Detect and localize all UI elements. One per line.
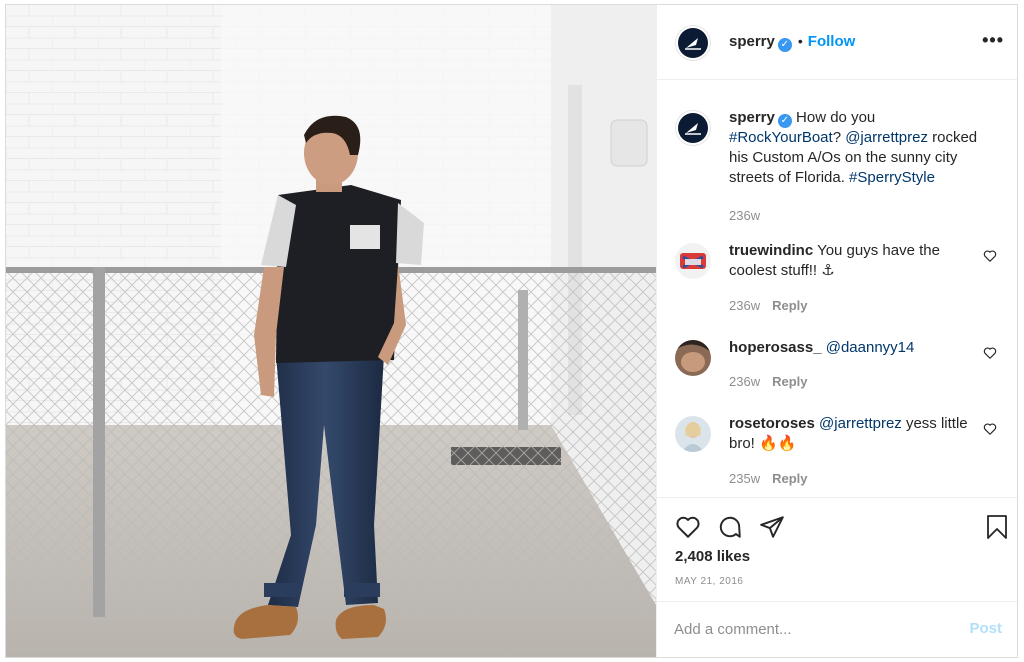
add-comment-input[interactable] (674, 616, 944, 642)
follow-button[interactable]: Follow (808, 33, 856, 50)
separator-dot: • (797, 33, 803, 49)
commenter-avatar[interactable] (675, 416, 711, 452)
verified-badge-icon: ✓ (777, 38, 792, 52)
instagram-post: sperry ✓ • Follow ••• sperry ✓ How do you #R… (5, 4, 1018, 658)
hashtag-link[interactable]: #SperryStyle (849, 169, 935, 186)
comment-text: rosetoroses @jarrettprez yess little bro… (729, 415, 968, 452)
commenter-avatar[interactable] (675, 243, 711, 279)
comment-meta: 236w Reply (729, 374, 808, 389)
comment-icon[interactable] (717, 514, 743, 540)
share-icon[interactable] (759, 514, 785, 540)
comment-text: truewindinc You guys have the coolest st… (729, 242, 940, 279)
mention-link[interactable]: @jarrettprez (819, 415, 902, 432)
sperry-logo-icon (685, 38, 701, 50)
author-avatar[interactable] (675, 25, 711, 61)
post-header: sperry ✓ • Follow ••• (657, 5, 1017, 80)
comment-heart-icon[interactable] (983, 249, 997, 263)
comment-heart-icon[interactable] (983, 346, 997, 360)
post-actions: 2,408 likes MAY 21, 2016 (657, 498, 1017, 618)
comment-meta: 235w Reply (729, 471, 808, 486)
post-date[interactable]: MAY 21, 2016 (675, 576, 743, 587)
hashtag-link[interactable]: #RockYourBoat (729, 129, 833, 146)
author-username[interactable]: sperry (729, 33, 775, 50)
caption-username[interactable]: sperry (729, 109, 775, 126)
reply-button[interactable]: Reply (772, 298, 807, 313)
caption-author-avatar[interactable] (675, 110, 711, 146)
comment-text: hoperosass_ @daannyy14 (729, 338, 969, 358)
header-author-row: sperry ✓ • Follow (729, 33, 855, 52)
comment-meta: 236w Reply (729, 298, 808, 313)
comment-username[interactable]: rosetoroses (729, 415, 815, 432)
post-side-panel: sperry ✓ • Follow ••• sperry ✓ How do you #R… (656, 5, 1017, 657)
heart-icon[interactable] (675, 514, 701, 540)
bookmark-icon[interactable] (985, 514, 1009, 540)
caption-text: sperry ✓ How do you #RockYourBoat? @jarre… (729, 109, 978, 186)
comment-username[interactable]: truewindinc (729, 242, 813, 259)
photo-illustration (6, 5, 656, 657)
mention-link[interactable]: @jarrettprez (845, 129, 928, 146)
verified-badge-icon: ✓ (777, 114, 792, 128)
post-comment-button[interactable]: Post (969, 620, 1002, 637)
commenter-avatar[interactable] (675, 340, 711, 376)
reply-button[interactable]: Reply (772, 374, 807, 389)
reply-button[interactable]: Reply (772, 471, 807, 486)
comment-username[interactable]: hoperosass_ (729, 339, 822, 356)
caption-time: 236w (729, 208, 761, 223)
sperry-logo-icon (685, 123, 701, 135)
comments-list: sperry ✓ How do you #RockYourBoat? @jarre… (657, 80, 1017, 498)
add-comment-bar: Post (657, 601, 1017, 657)
mention-link[interactable]: @daannyy14 (826, 339, 915, 356)
likes-count[interactable]: 2,408 likes (675, 548, 750, 565)
comment-heart-icon[interactable] (983, 422, 997, 436)
post-photo[interactable] (6, 5, 656, 657)
more-options-icon[interactable]: ••• (982, 31, 1004, 49)
